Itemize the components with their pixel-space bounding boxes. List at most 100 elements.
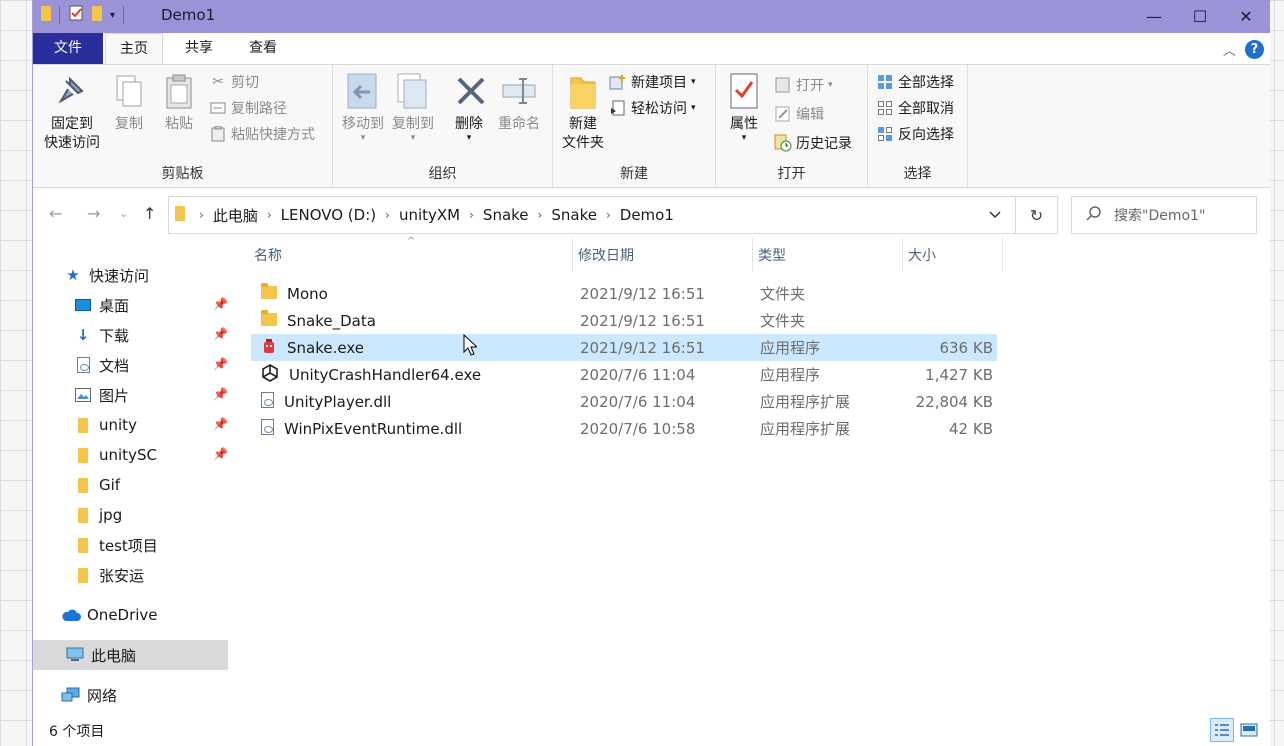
select-group: 全部选择 全部取消 反向选择 选择 bbox=[868, 65, 968, 187]
snake-app-icon bbox=[261, 338, 277, 358]
chevron-right-icon[interactable]: › bbox=[600, 208, 617, 222]
sidebar-item-label: 快速访问 bbox=[89, 266, 150, 285]
tab-home[interactable]: 主页 bbox=[105, 33, 163, 65]
tab-share[interactable]: 共享 bbox=[171, 33, 227, 64]
select-none-button[interactable]: 全部取消 bbox=[876, 96, 954, 120]
tab-file[interactable]: 文件 bbox=[33, 33, 103, 64]
open-group-label: 打开 bbox=[777, 166, 806, 182]
chevron-right-icon[interactable]: › bbox=[532, 208, 549, 222]
crumb-snake[interactable]: Snake bbox=[480, 206, 532, 224]
properties-button[interactable]: 属性 ▾ bbox=[722, 71, 766, 143]
pin-icon[interactable]: 📌 bbox=[213, 357, 228, 371]
column-header-size[interactable]: 大小 bbox=[903, 238, 1003, 272]
crumb-drive[interactable]: LENOVO (D:) bbox=[278, 206, 379, 224]
chevron-right-icon[interactable]: › bbox=[379, 208, 396, 222]
column-header-date[interactable]: 修改日期 bbox=[573, 238, 753, 272]
sidebar-item-label: 张安运 bbox=[99, 566, 145, 585]
column-header-name[interactable]: 名称 bbox=[249, 238, 573, 272]
pin-to-quick-access-button[interactable]: 固定到 快速访问 bbox=[39, 71, 105, 153]
move-to-button[interactable]: 移动到 ▾ bbox=[339, 71, 387, 143]
sidebar-item-label: 文档 bbox=[99, 356, 130, 375]
sidebar-item-onedrive[interactable]: OneDrive bbox=[33, 600, 228, 630]
edit-button[interactable]: 编辑 bbox=[774, 102, 824, 126]
file-type: 文件夹 bbox=[760, 312, 806, 330]
search-icon bbox=[1086, 205, 1102, 225]
pin-icon[interactable]: 📌 bbox=[213, 327, 228, 341]
pin-icon[interactable]: 📌 bbox=[213, 297, 228, 311]
delete-button[interactable]: 删除 ▾ bbox=[451, 71, 487, 143]
sidebar-item-desktop[interactable]: 桌面 📌 bbox=[33, 290, 228, 320]
easy-access-icon bbox=[609, 99, 627, 117]
crumb-demo1[interactable]: Demo1 bbox=[617, 206, 677, 224]
details-view-icon[interactable] bbox=[1210, 718, 1234, 742]
chevron-right-icon[interactable]: › bbox=[193, 208, 210, 222]
file-row[interactable]: WinPixEventRuntime.dll 2020/7/6 10:58 应用… bbox=[251, 415, 997, 442]
paste-shortcut-icon bbox=[209, 125, 227, 143]
file-row-selected[interactable]: Snake.exe 2021/9/12 16:51 应用程序 636 KB bbox=[251, 334, 997, 361]
back-arrow-icon[interactable]: ← bbox=[49, 204, 62, 223]
crumb-unityxm[interactable]: unityXM bbox=[396, 206, 463, 224]
file-row[interactable]: Mono 2021/9/12 16:51 文件夹 bbox=[251, 280, 997, 307]
sidebar-item-unitysc[interactable]: unitySC 📌 bbox=[33, 440, 228, 470]
help-icon[interactable]: ? bbox=[1245, 40, 1264, 59]
sidebar-item-network[interactable]: 网络 bbox=[33, 680, 228, 710]
crumb-snake-sub[interactable]: Snake bbox=[548, 206, 600, 224]
copy-path-button[interactable]: 复制路径 bbox=[209, 96, 287, 120]
pin-icon[interactable]: 📌 bbox=[213, 417, 228, 431]
sidebar-item-pictures[interactable]: 图片 📌 bbox=[33, 380, 228, 410]
large-icons-view-icon[interactable] bbox=[1237, 718, 1261, 742]
select-group-label: 选择 bbox=[903, 166, 932, 182]
rename-button[interactable]: 重命名 bbox=[495, 71, 543, 134]
file-row[interactable]: UnityPlayer.dll 2020/7/6 11:04 应用程序扩展 22… bbox=[251, 388, 997, 415]
maximize-button[interactable]: ☐ bbox=[1177, 0, 1223, 33]
sidebar-item-test-project[interactable]: test项目 bbox=[33, 530, 228, 560]
copy-to-button[interactable]: 复制到 ▾ bbox=[389, 71, 437, 143]
close-button[interactable]: ✕ bbox=[1223, 0, 1269, 33]
minimize-button[interactable]: — bbox=[1131, 0, 1177, 33]
pin-icon[interactable]: 📌 bbox=[213, 447, 228, 461]
paste-button[interactable]: 粘贴 bbox=[157, 71, 201, 134]
file-date: 2020/7/6 11:04 bbox=[580, 365, 696, 384]
easy-access-button[interactable]: 轻松访问 ▾ bbox=[609, 96, 696, 120]
sidebar-item-documents[interactable]: 文档 📌 bbox=[33, 350, 228, 380]
pin-icon[interactable]: 📌 bbox=[213, 387, 228, 401]
sidebar-item-this-pc[interactable]: 此电脑 bbox=[33, 640, 228, 670]
forward-arrow-icon[interactable]: → bbox=[87, 204, 100, 223]
crumb-this-pc[interactable]: 此电脑 bbox=[210, 205, 261, 226]
file-row[interactable]: Snake_Data 2021/9/12 16:51 文件夹 bbox=[251, 307, 997, 334]
collapse-ribbon-icon[interactable]: ︿ bbox=[1223, 40, 1236, 59]
cut-button[interactable]: ✂ 剪切 bbox=[209, 70, 259, 94]
unity-icon bbox=[261, 363, 279, 386]
sidebar-item-jpg[interactable]: jpg bbox=[33, 500, 228, 530]
sidebar-item-zhanganyun[interactable]: 张安运 bbox=[33, 560, 228, 590]
new-item-button[interactable]: 新建项目 ▾ bbox=[609, 70, 696, 94]
file-row[interactable]: UnityCrashHandler64.exe 2020/7/6 11:04 应… bbox=[251, 361, 997, 388]
sidebar-item-quick-access[interactable]: ★ 快速访问 bbox=[33, 260, 228, 290]
column-header-type[interactable]: 类型 bbox=[753, 238, 903, 272]
select-all-button[interactable]: 全部选择 bbox=[876, 70, 954, 94]
properties-qat-icon[interactable] bbox=[68, 5, 84, 25]
recent-locations-chevron-icon[interactable]: ⌄ bbox=[119, 207, 128, 220]
rename-label: 重命名 bbox=[498, 116, 540, 132]
up-arrow-icon[interactable]: ↑ bbox=[143, 204, 156, 223]
organize-group-label: 组织 bbox=[428, 166, 457, 182]
chevron-right-icon[interactable]: › bbox=[463, 208, 480, 222]
sidebar-item-gif[interactable]: Gif bbox=[33, 470, 228, 500]
open-button[interactable]: 打开 ▾ bbox=[774, 73, 833, 97]
refresh-icon[interactable]: ↻ bbox=[1015, 197, 1057, 233]
invert-selection-button[interactable]: 反向选择 bbox=[876, 122, 954, 146]
address-dropdown-icon[interactable] bbox=[975, 197, 1015, 233]
sidebar-item-downloads[interactable]: ↓ 下载 📌 bbox=[33, 320, 228, 350]
new-folder-button[interactable]: 新建 文件夹 bbox=[557, 71, 609, 153]
new-folder-qat-icon[interactable] bbox=[92, 5, 102, 25]
address-bar[interactable]: › 此电脑 › LENOVO (D:) › unityXM › Snake › … bbox=[168, 196, 1058, 234]
paste-shortcut-label: 粘贴快捷方式 bbox=[231, 127, 315, 143]
chevron-right-icon[interactable]: › bbox=[261, 208, 278, 222]
tab-view[interactable]: 查看 bbox=[235, 33, 291, 64]
copy-button[interactable]: 复制 bbox=[109, 71, 149, 134]
search-box[interactable]: 搜索"Demo1" bbox=[1071, 196, 1257, 234]
qat-dropdown-icon[interactable]: ▾ bbox=[110, 10, 115, 21]
history-button[interactable]: 历史记录 bbox=[774, 131, 852, 155]
paste-shortcut-button[interactable]: 粘贴快捷方式 bbox=[209, 122, 315, 146]
sidebar-item-unity[interactable]: unity 📌 bbox=[33, 410, 228, 440]
